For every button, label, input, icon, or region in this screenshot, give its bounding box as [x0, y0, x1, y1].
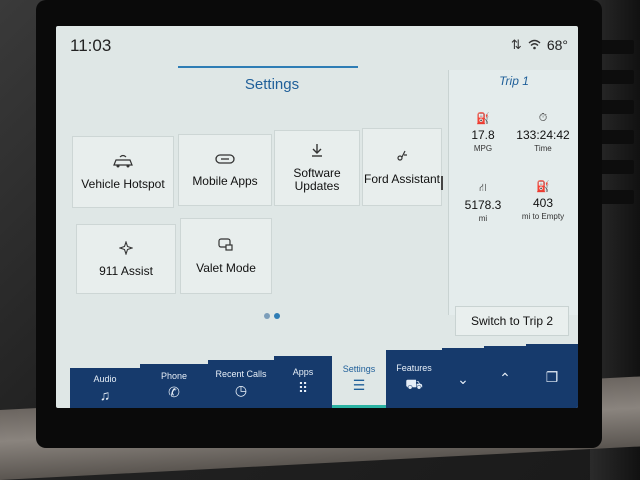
nav-recent-calls[interactable]: Recent Calls ◷ [208, 360, 275, 408]
stat-value: 133:24:42 [516, 128, 570, 142]
stat-value: 403 [532, 196, 554, 210]
trip-stat-range: ⛽ 403 mi to Empty [509, 180, 577, 221]
truck-icon: ⛟ [405, 376, 423, 392]
trip-stat-distance: ⛙ 5178.3 mi [453, 182, 513, 223]
tile-label: Vehicle Hotspot [81, 176, 165, 191]
nav-settings[interactable]: Settings ☰ [332, 352, 387, 408]
stat-label: MPG [473, 144, 493, 153]
page-indicator [264, 313, 280, 319]
chevron-up-icon: ⌃ [499, 370, 511, 386]
trip-stat-time: ⏱ 133:24:42 Time [509, 112, 577, 153]
tile-label: 911 Assist [99, 263, 153, 278]
download-icon [310, 143, 324, 159]
stat-value: 5178.3 [464, 198, 502, 212]
nav-label: Settings [342, 363, 376, 374]
trip-panel: Trip 1 ⛽ 17.8 MPG ⏱ 133:24:42 Time ⛙ 517… [448, 70, 578, 336]
link-icon [215, 153, 235, 167]
stat-label: Time [534, 144, 552, 153]
tile-label: Software Updates [293, 166, 341, 193]
nav-label: Features [396, 363, 432, 373]
data-transfer-icon: ⇅ [510, 37, 522, 52]
status-icons: ⇅ 68° [511, 37, 568, 53]
wifi-icon [528, 38, 541, 53]
valet-lock-icon [218, 237, 234, 254]
clock: 11:03 [70, 36, 112, 55]
road-icon: ⛙ [479, 182, 487, 194]
apps-grid-icon: ⠿ [297, 380, 309, 396]
infotainment-screen: 11:03 ⇅ 68° Settings Vehicle Hotspot Mob… [56, 26, 578, 408]
tile-label: Ford Assistant [363, 171, 441, 186]
nav-audio[interactable]: Audio ♫ [70, 368, 141, 408]
phone-icon: ✆ [168, 384, 180, 400]
tile-911-assist[interactable]: 911 Assist [76, 224, 176, 294]
nav-label: Phone [160, 371, 188, 381]
car-wifi-icon [112, 154, 134, 170]
page-dot[interactable] [264, 313, 270, 319]
page-dot-active[interactable] [274, 313, 280, 319]
tile-vehicle-hotspot[interactable]: Vehicle Hotspot [72, 136, 174, 208]
nav-apps[interactable]: Apps ⠿ [274, 356, 333, 408]
status-bar: 11:03 ⇅ 68° [56, 26, 578, 66]
scroll-up-button[interactable]: ⌃ [484, 346, 527, 408]
emergency-icon [118, 239, 134, 257]
nav-features[interactable]: Features ⛟ [386, 350, 443, 408]
stat-label: mi [478, 214, 488, 223]
chevron-down-icon: ⌄ [457, 371, 469, 387]
music-note-icon: ♫ [99, 386, 111, 403]
settings-header-underline [178, 66, 358, 68]
fuel-economy-icon: ⛽ [476, 113, 490, 125]
nav-label: Apps [292, 367, 314, 377]
fuel-pump-icon: ⛽ [536, 181, 550, 193]
assistant-icon [395, 149, 409, 165]
trip-title: Trip 1 [499, 74, 529, 88]
nav-phone[interactable]: Phone ✆ [140, 364, 209, 408]
stopwatch-icon: ⏱ [538, 112, 548, 124]
bottom-nav: Audio ♫ Phone ✆ Recent Calls ◷ Apps ⠿ Se… [70, 332, 578, 408]
scrollbar[interactable] [441, 176, 443, 190]
outside-temperature: 68° [546, 37, 568, 53]
windows-button[interactable]: ❐ [526, 344, 578, 408]
scroll-down-button[interactable]: ⌄ [442, 348, 485, 408]
tile-valet-mode[interactable]: Valet Mode [180, 218, 272, 294]
nav-label: Recent Calls [215, 369, 267, 379]
tile-label: Mobile Apps [192, 173, 258, 188]
stat-value: 17.8 [471, 128, 495, 142]
sliders-icon: ☰ [352, 376, 366, 393]
page-title: Settings [244, 76, 300, 93]
tile-ford-assistant[interactable]: Ford Assistant [362, 128, 442, 206]
trip-stat-mpg: ⛽ 17.8 MPG [453, 112, 513, 153]
nav-label: Audio [93, 373, 117, 384]
tile-software-updates[interactable]: Software Updates [274, 130, 360, 206]
windows-icon: ❐ [545, 369, 559, 385]
recent-calls-icon: ◷ [234, 382, 248, 398]
tile-label: Valet Mode [196, 260, 256, 275]
tile-mobile-apps[interactable]: Mobile Apps [178, 134, 272, 206]
stat-label: mi to Empty [521, 212, 565, 221]
